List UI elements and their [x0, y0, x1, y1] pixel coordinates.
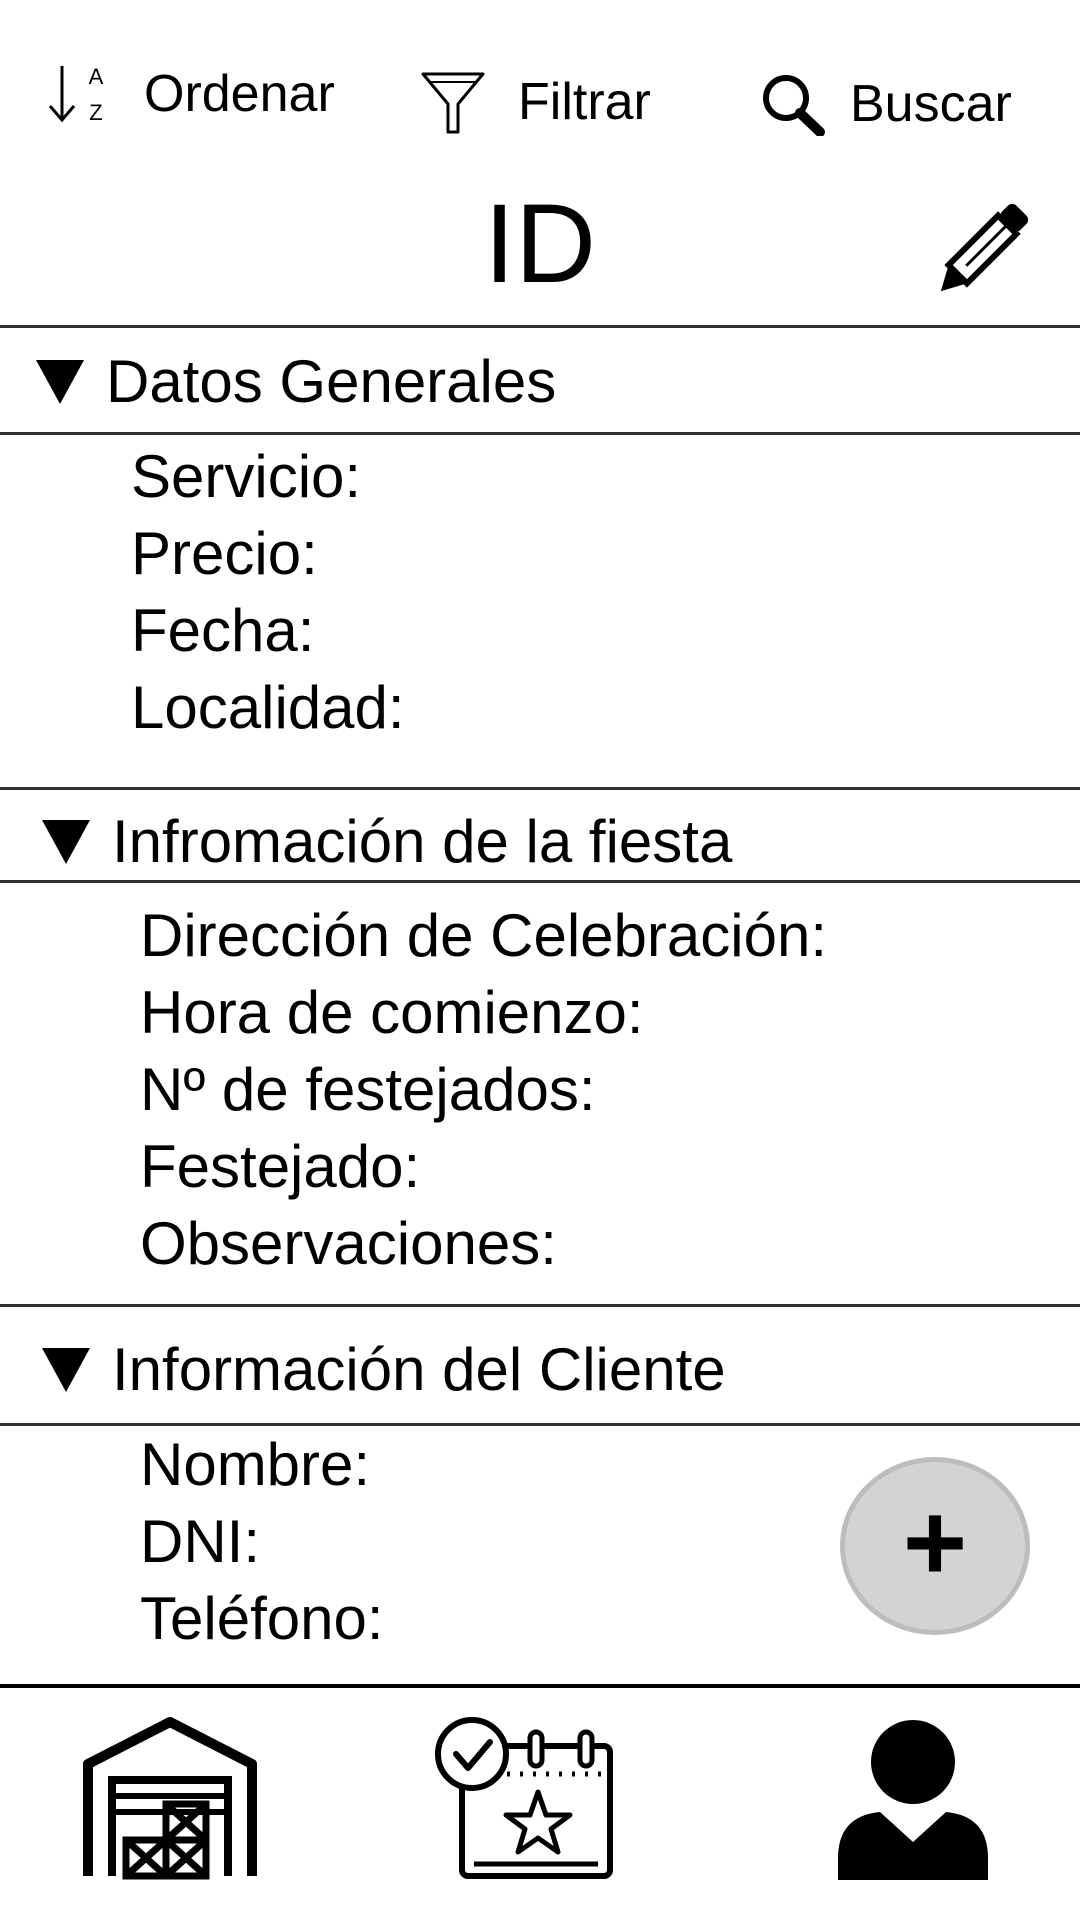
filter-button[interactable]: Filtrar: [420, 70, 651, 134]
nav-warehouse[interactable]: [82, 1716, 258, 1880]
field-servicio: Servicio:: [131, 443, 362, 510]
divider: [0, 1684, 1080, 1688]
sort-az-icon: A Z: [48, 64, 104, 125]
section-title: Datos Generales: [106, 348, 557, 415]
plus-icon: +: [902, 1481, 968, 1604]
field-festejado: Festejado:: [140, 1133, 421, 1200]
sort-label: Ordenar: [144, 65, 335, 123]
svg-text:Z: Z: [89, 100, 102, 125]
section-header-datos-generales[interactable]: Datos Generales: [36, 352, 1080, 412]
divider: [0, 432, 1080, 435]
nav-events[interactable]: [434, 1716, 616, 1880]
field-observaciones: Observaciones:: [140, 1210, 557, 1277]
field-localidad: Localidad:: [131, 674, 405, 741]
field-fecha: Fecha:: [131, 597, 315, 664]
pencil-icon: [940, 203, 1029, 292]
field-dni: DNI:: [140, 1508, 260, 1575]
field-hora: Hora de comienzo:: [140, 979, 644, 1046]
edit-button[interactable]: [936, 188, 1046, 294]
section-fields-datos-generales: Servicio: Precio: Fecha: Localidad:: [131, 438, 405, 746]
section-header-informacion-fiesta[interactable]: Infromación de la fiesta: [42, 812, 1080, 872]
field-nombre: Nombre:: [140, 1431, 371, 1498]
warehouse-icon: [83, 1717, 257, 1880]
field-telefono: Teléfono:: [140, 1585, 384, 1652]
field-direccion: Dirección de Celebración:: [140, 902, 828, 969]
section-title: Infromación de la fiesta: [112, 808, 733, 875]
section-fields-informacion-fiesta: Dirección de Celebración: Hora de comien…: [140, 897, 827, 1282]
search-label: Buscar: [850, 75, 1012, 133]
section-title: Información del Cliente: [112, 1336, 726, 1403]
collapse-triangle-icon: [36, 360, 84, 404]
divider: [0, 787, 1080, 790]
divider: [0, 1304, 1080, 1307]
sort-button[interactable]: A Z Ordenar: [44, 62, 335, 126]
user-icon: [838, 1720, 988, 1880]
collapse-triangle-icon: [42, 1348, 90, 1392]
divider: [0, 880, 1080, 883]
event-calendar-icon: [435, 1717, 613, 1879]
field-precio: Precio:: [131, 520, 318, 587]
search-icon: [763, 75, 825, 136]
collapse-triangle-icon: [42, 820, 90, 864]
section-header-informacion-cliente[interactable]: Información del Cliente: [42, 1340, 1080, 1400]
search-button[interactable]: Buscar: [760, 72, 1012, 136]
funnel-icon: [421, 72, 485, 134]
section-fields-informacion-cliente: Nombre: DNI: Teléfono:: [140, 1426, 384, 1657]
filter-label: Filtrar: [518, 73, 651, 131]
svg-text:A: A: [89, 64, 104, 89]
nav-profile[interactable]: [838, 1716, 988, 1880]
add-button[interactable]: +: [840, 1457, 1030, 1635]
page-title: ID: [484, 181, 596, 306]
field-festejados: Nº de festejados:: [140, 1056, 596, 1123]
divider: [0, 325, 1080, 328]
